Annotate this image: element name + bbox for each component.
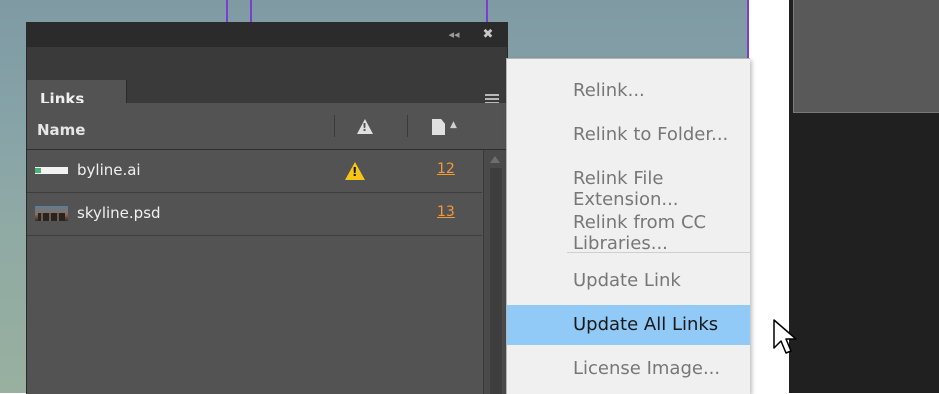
menu-item-relink-to-folder[interactable]: Relink to Folder... — [507, 115, 750, 155]
scrollbar[interactable] — [483, 150, 508, 394]
menu-item-relink[interactable]: Relink... — [507, 71, 750, 111]
link-page-number[interactable]: 12 — [437, 161, 455, 177]
collapse-icon[interactable]: ◂◂ — [447, 28, 461, 42]
panel-titlebar[interactable]: ◂◂ ✖ — [27, 23, 507, 47]
column-divider[interactable] — [334, 115, 335, 137]
menu-item-label: License Image... — [573, 358, 721, 379]
menu-item-label: Relink... — [573, 80, 645, 101]
link-file-name: byline.ai — [77, 161, 141, 179]
panel-context-menu: Relink... Relink to Folder... Relink Fil… — [506, 58, 750, 394]
menu-item-label: Update Link — [573, 270, 681, 291]
sort-ascending-icon[interactable]: ▲ — [450, 120, 457, 130]
link-row[interactable]: skyline.psd 13 — [27, 193, 482, 236]
links-panel: ◂◂ ✖ Links Name ▲ byline.ai 12 skyline.p… — [26, 22, 508, 394]
menu-item-label: Relink from CC Libraries... — [573, 212, 707, 254]
menu-separator — [567, 252, 750, 253]
link-file-name: skyline.psd — [77, 204, 161, 222]
warning-icon[interactable] — [345, 162, 365, 180]
secondary-document — [789, 0, 939, 393]
close-icon[interactable]: ✖ — [481, 27, 495, 43]
page-icon[interactable] — [432, 119, 445, 135]
menu-item-license-image[interactable]: License Image... — [507, 349, 750, 389]
skyline-thumbnail — [35, 206, 68, 221]
warning-icon[interactable] — [357, 119, 373, 134]
menu-item-update-all-links[interactable]: Update All Links — [507, 305, 750, 345]
column-divider[interactable] — [407, 115, 408, 137]
column-header: Name ▲ — [27, 103, 507, 150]
menu-item-relink-from-cc-libraries[interactable]: Relink from CC Libraries... — [507, 203, 750, 254]
column-name-header[interactable]: Name — [37, 121, 85, 139]
scroll-track[interactable] — [490, 168, 502, 394]
mouse-cursor-icon — [773, 319, 797, 354]
byline-thumbnail — [35, 167, 68, 174]
menu-item-relink-file-extension[interactable]: Relink File Extension... — [507, 159, 750, 210]
menu-item-update-link[interactable]: Update Link — [507, 261, 750, 301]
secondary-page — [793, 0, 939, 113]
menu-item-label: Update All Links — [573, 314, 719, 335]
link-row[interactable]: byline.ai 12 — [27, 150, 482, 193]
scroll-up-icon[interactable] — [490, 156, 500, 163]
menu-item-label: Relink to Folder... — [573, 124, 729, 145]
link-page-number[interactable]: 13 — [437, 204, 455, 220]
